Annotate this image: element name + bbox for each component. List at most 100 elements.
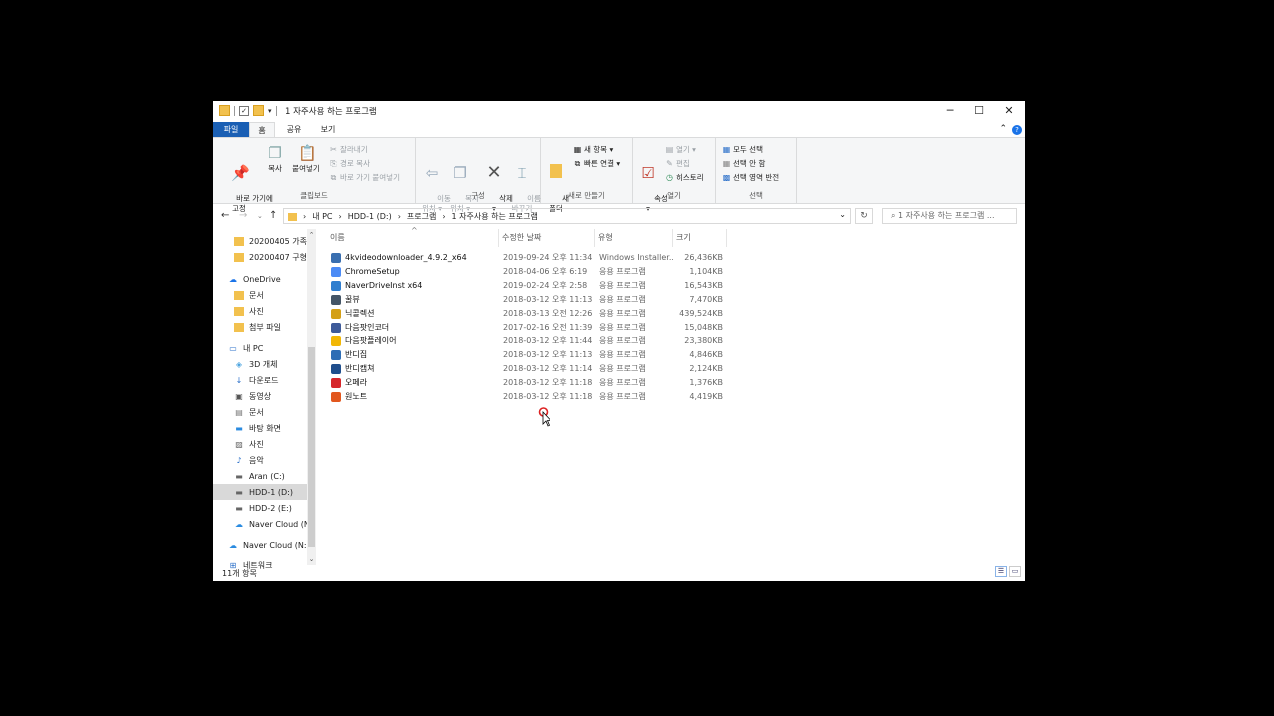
table-row[interactable]: 다음팟인코더 2017-02-16 오전 11:39 응용 프로그램 15,048KB (327, 321, 927, 335)
tab-share[interactable]: 공유 (281, 122, 307, 137)
divider (275, 105, 277, 116)
edit-label: 편집 (676, 159, 690, 168)
search-input[interactable]: ⌕ 1 자주사용 하는 프로그램 ... (882, 208, 1017, 224)
invert-selection-button[interactable]: ▩ 선택 영역 반전 (722, 172, 779, 183)
table-row[interactable]: 4kvideodownloader_4.9.2_x64 2019-09-24 오후… (327, 251, 927, 265)
column-header-date[interactable]: 수정한 날짜 (499, 229, 595, 247)
edit-button[interactable]: ✎ 편집 (665, 158, 690, 169)
nav-item[interactable]: ▬ HDD-2 (E:) (213, 500, 307, 516)
nav-item[interactable]: ☁ Naver Cloud (N:) (213, 537, 307, 553)
tab-view[interactable]: 보기 (315, 122, 341, 137)
column-header-size[interactable]: 크기 (673, 229, 727, 247)
navigation-scrollbar[interactable]: ⌃ ⌄ (307, 229, 316, 565)
move-icon: ⇦ (425, 164, 439, 182)
file-type: 응용 프로그램 (599, 350, 646, 360)
nav-item[interactable]: 20200407 구형 (213, 249, 307, 265)
maximize-button[interactable]: ☐ (964, 101, 994, 121)
nav-item-label: 사진 (249, 306, 264, 316)
table-row[interactable]: 오페라 2018-03-12 오후 11:18 응용 프로그램 1,376KB (327, 376, 927, 390)
file-type: Windows Installer... (599, 253, 673, 262)
new-folder-quick-icon[interactable] (253, 105, 264, 116)
new-item-button[interactable]: ▦ 새 항목 ▾ (573, 144, 614, 155)
tab-file[interactable]: 파일 (213, 122, 249, 137)
scroll-down-icon[interactable]: ⌄ (307, 555, 316, 563)
table-row[interactable]: 꿀뷰 2018-03-12 오후 11:13 응용 프로그램 7,470KB (327, 293, 927, 307)
file-type: 응용 프로그램 (599, 280, 646, 290)
column-header-name[interactable]: 이름 (327, 229, 499, 247)
select-none-label: 선택 안 함 (733, 159, 766, 168)
breadcrumb-item[interactable]: HDD-1 (D:) (348, 212, 392, 221)
table-row[interactable]: 반디집 2018-03-12 오후 11:13 응용 프로그램 4,846KB (327, 348, 927, 362)
nav-item[interactable]: ◈ 3D 개체 (213, 356, 307, 372)
collapse-ribbon-icon[interactable]: ⌃ (999, 124, 1007, 134)
file-type: 응용 프로그램 (599, 322, 646, 332)
navigation-pane: 20200405 가족 20200407 구형 ☁ OneDrive 문서사진첨부 파일… (213, 229, 317, 570)
file-name-cell: 오페라 (331, 376, 497, 390)
recent-locations-icon[interactable]: ⌄ (257, 212, 263, 220)
cut-button[interactable]: ✂ 잘라내기 (329, 144, 367, 155)
nav-item[interactable]: 첨부 파일 (213, 319, 307, 335)
file-date: 2018-03-12 오후 11:13 (503, 350, 593, 360)
open-icon: ▤ (665, 145, 674, 154)
large-icons-view-icon[interactable]: ▭ (1009, 566, 1021, 577)
nav-item[interactable]: 사진 (213, 303, 307, 319)
select-none-button[interactable]: ▦ 선택 안 함 (722, 158, 766, 169)
details-view-icon[interactable]: ☰ (995, 566, 1007, 577)
file-name: 오페라 (345, 378, 368, 388)
nav-item[interactable]: ▬ HDD-1 (D:) (213, 484, 307, 500)
help-icon[interactable]: ? (1012, 125, 1022, 135)
table-row[interactable]: 다음팟플레이어 2018-03-12 오후 11:44 응용 프로그램 23,380K… (327, 334, 927, 348)
history-button[interactable]: ◷ 히스토리 (665, 172, 704, 183)
table-row[interactable]: 닉콜렉션 2018-03-13 오전 12:26 응용 프로그램 439,524KB (327, 307, 927, 321)
nav-item[interactable]: ☁ Naver Cloud (N: (213, 516, 307, 532)
file-type: 응용 프로그램 (599, 378, 646, 388)
nav-item[interactable]: ▬ Aran (C:) (213, 468, 307, 484)
nav-item[interactable]: ▨ 사진 (213, 436, 307, 452)
nav-item[interactable]: 문서 (213, 287, 307, 303)
desktop-icon: ▬ (235, 423, 243, 433)
refresh-button[interactable]: ↻ (855, 208, 873, 224)
forward-arrow-icon[interactable]: → (239, 210, 247, 221)
table-row[interactable]: 원노트 2018-03-12 오후 11:18 응용 프로그램 4,419KB (327, 390, 927, 404)
nav-item[interactable]: ▬ 바탕 화면 (213, 420, 307, 436)
nav-item[interactable]: ↓ 다운로드 (213, 372, 307, 388)
easy-access-button[interactable]: ⧉ 빠른 연결 ▾ (573, 158, 621, 169)
breadcrumb-item[interactable]: 프로그램 (407, 211, 436, 222)
copy-button[interactable]: ❐ 복사 (263, 144, 287, 174)
file-name: ChromeSetup (345, 266, 400, 276)
copy-path-button[interactable]: ⎘ 경로 복사 (329, 158, 370, 169)
scrollbar-thumb[interactable] (308, 347, 315, 547)
select-all-button[interactable]: ▦ 모두 선택 (722, 144, 763, 155)
file-date: 2018-04-06 오후 6:19 (503, 266, 588, 276)
nav-item[interactable]: 20200405 가족 (213, 233, 307, 249)
scroll-up-icon[interactable]: ⌃ (307, 231, 316, 239)
back-arrow-icon[interactable]: ← (221, 210, 229, 221)
minimize-button[interactable]: ─ (935, 101, 965, 121)
table-row[interactable]: 반디캠쳐 2018-03-12 오후 11:14 응용 프로그램 2,124KB (327, 362, 927, 376)
close-button[interactable]: ✕ (994, 101, 1024, 121)
chevron-right-icon: › (442, 212, 446, 221)
nav-item[interactable]: ☁ OneDrive (213, 271, 307, 287)
properties-quick-icon[interactable]: ✓ (239, 105, 249, 116)
nav-item[interactable]: ▭ 내 PC (213, 340, 307, 356)
breadcrumb-item[interactable]: 1 자주사용 하는 프로그램 (452, 211, 538, 222)
tab-home[interactable]: 홈 (249, 122, 275, 137)
nav-item[interactable]: ▤ 문서 (213, 404, 307, 420)
paste-button[interactable]: 📋 붙여넣기 (289, 144, 323, 174)
column-header-type[interactable]: 유형 (595, 229, 673, 247)
open-button[interactable]: ▤ 열기 ▾ (665, 144, 696, 155)
file-size: 7,470KB (689, 294, 723, 304)
customize-quick-access-icon[interactable]: ▾ (268, 107, 272, 115)
open-group: ☑ 속성 ▾ ▤ 열기 ▾ ✎ 편집 ◷ 히스토리 열기 (633, 138, 716, 213)
nav-item-label: 음악 (249, 455, 264, 465)
paste-shortcut-button[interactable]: ⧉ 바로 가기 붙여넣기 (329, 172, 400, 183)
nav-item[interactable]: ▣ 동영상 (213, 388, 307, 404)
breadcrumb-item[interactable]: 내 PC (312, 211, 332, 222)
nav-item[interactable]: ♪ 음악 (213, 452, 307, 468)
address-dropdown-icon[interactable]: ⌄ (839, 210, 846, 219)
table-row[interactable]: NaverDriveInst x64 2019-02-24 오후 2:58 응용 프… (327, 279, 927, 293)
table-row[interactable]: ChromeSetup 2018-04-06 오후 6:19 응용 프로그램 1,10… (327, 265, 927, 279)
up-arrow-icon[interactable]: ↑ (269, 210, 277, 221)
application-icon (331, 378, 341, 389)
address-bar[interactable]: › 내 PC › HDD-1 (D:) › 프로그램 › 1 자주사용 하는 프… (283, 208, 851, 224)
